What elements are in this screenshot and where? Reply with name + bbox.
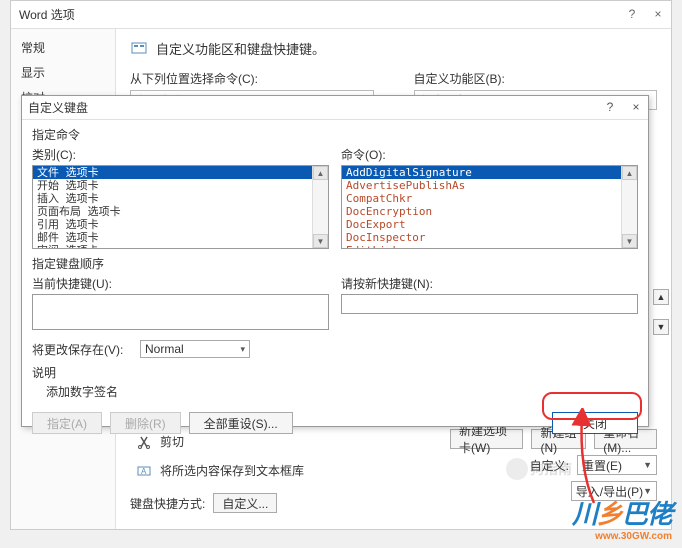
command-item[interactable]: DocExport bbox=[342, 218, 621, 231]
scroll-down-icon[interactable]: ▼ bbox=[313, 234, 328, 248]
save-in-label: 将更改保存在(V): bbox=[32, 341, 132, 358]
scroll-down-icon[interactable]: ▼ bbox=[622, 234, 637, 248]
category-item[interactable]: 引用 选项卡 bbox=[33, 218, 312, 231]
sidebar-item-general[interactable]: 常规 bbox=[11, 35, 115, 60]
customize-button[interactable]: 自定义... bbox=[213, 493, 277, 513]
word-options-titlebar: Word 选项 ? × bbox=[11, 1, 671, 29]
commands-listbox[interactable]: AddDigitalSignatureAdvertisePublishAsCom… bbox=[341, 165, 638, 249]
command-item[interactable]: EditLinks bbox=[342, 244, 621, 248]
textbox-icon: A bbox=[136, 463, 152, 479]
scroll-up-icon[interactable]: ▲ bbox=[622, 166, 637, 180]
specify-command-label: 指定命令 bbox=[32, 126, 638, 143]
word-options-title: Word 选项 bbox=[19, 6, 75, 23]
scroll-up-icon[interactable]: ▲ bbox=[313, 166, 328, 180]
command-item[interactable]: AdvertisePublishAs bbox=[342, 179, 621, 192]
current-keys-label: 当前快捷键(U): bbox=[32, 275, 329, 292]
reset-dropdown[interactable]: 重置(E)▼ bbox=[577, 455, 657, 475]
new-key-input[interactable] bbox=[341, 294, 638, 314]
customize-ribbon-label: 自定义功能区(B): bbox=[414, 70, 658, 87]
keyboard-shortcut-label: 键盘快捷方式: bbox=[130, 495, 205, 512]
help-icon[interactable]: ? bbox=[623, 5, 641, 23]
command-item[interactable]: CompatChkr bbox=[342, 192, 621, 205]
categories-scrollbar[interactable]: ▲ ▼ bbox=[312, 166, 328, 248]
category-item[interactable]: 开始 选项卡 bbox=[33, 179, 312, 192]
description-label: 说明 bbox=[32, 364, 638, 381]
command-item[interactable]: DocEncryption bbox=[342, 205, 621, 218]
new-key-label: 请按新快捷键(N): bbox=[341, 275, 638, 292]
import-export-dropdown[interactable]: 导入/导出(P)▼ bbox=[571, 481, 657, 501]
scroll-down-icon[interactable]: ▼ bbox=[653, 319, 669, 335]
close-icon[interactable]: × bbox=[649, 5, 667, 23]
choose-commands-label: 从下列位置选择命令(C): bbox=[130, 70, 374, 87]
commands-label: 命令(O): bbox=[341, 146, 638, 163]
reset-all-button[interactable]: 全部重设(S)... bbox=[189, 412, 293, 434]
options-header-text: 自定义功能区和键盘快捷键。 bbox=[156, 39, 325, 58]
ribbon-item-textbox[interactable]: 将所选内容保存到文本框库 bbox=[160, 462, 304, 479]
scroll-up-icon[interactable]: ▲ bbox=[653, 289, 669, 305]
customize-label: 自定义: bbox=[530, 457, 569, 474]
kbd-help-icon[interactable]: ? bbox=[602, 99, 618, 115]
category-item[interactable]: 邮件 选项卡 bbox=[33, 231, 312, 244]
customize-keyboard-dialog: 自定义键盘 ? × 指定命令 类别(C): 文件 选项卡开始 选项卡插入 选项卡… bbox=[21, 95, 649, 427]
save-in-select[interactable]: Normal▾ bbox=[140, 340, 250, 358]
ribbon-customize-icon bbox=[130, 40, 148, 58]
category-item[interactable]: 插入 选项卡 bbox=[33, 192, 312, 205]
kbd-close-icon[interactable]: × bbox=[628, 99, 644, 115]
remove-button: 删除(R) bbox=[110, 412, 181, 434]
categories-label: 类别(C): bbox=[32, 146, 329, 163]
kbd-dialog-title: 自定义键盘 bbox=[28, 99, 88, 116]
close-button[interactable]: 关闭 bbox=[552, 412, 638, 434]
command-item[interactable]: AddDigitalSignature bbox=[342, 166, 621, 179]
sidebar-item-display[interactable]: 显示 bbox=[11, 60, 115, 85]
assign-button: 指定(A) bbox=[32, 412, 102, 434]
category-item[interactable]: 页面布局 选项卡 bbox=[33, 205, 312, 218]
description-text: 添加数字签名 bbox=[32, 381, 638, 400]
key-sequence-label: 指定键盘顺序 bbox=[32, 255, 638, 272]
command-item[interactable]: DocInspector bbox=[342, 231, 621, 244]
current-keys-box[interactable] bbox=[32, 294, 329, 330]
categories-listbox[interactable]: 文件 选项卡开始 选项卡插入 选项卡页面布局 选项卡引用 选项卡邮件 选项卡审阅… bbox=[32, 165, 329, 249]
category-item[interactable]: 文件 选项卡 bbox=[33, 166, 312, 179]
category-item[interactable]: 审阅 选项卡 bbox=[33, 244, 312, 248]
svg-text:A: A bbox=[141, 467, 147, 476]
kbd-titlebar: 自定义键盘 ? × bbox=[22, 96, 648, 120]
commands-scrollbar[interactable]: ▲ ▼ bbox=[621, 166, 637, 248]
